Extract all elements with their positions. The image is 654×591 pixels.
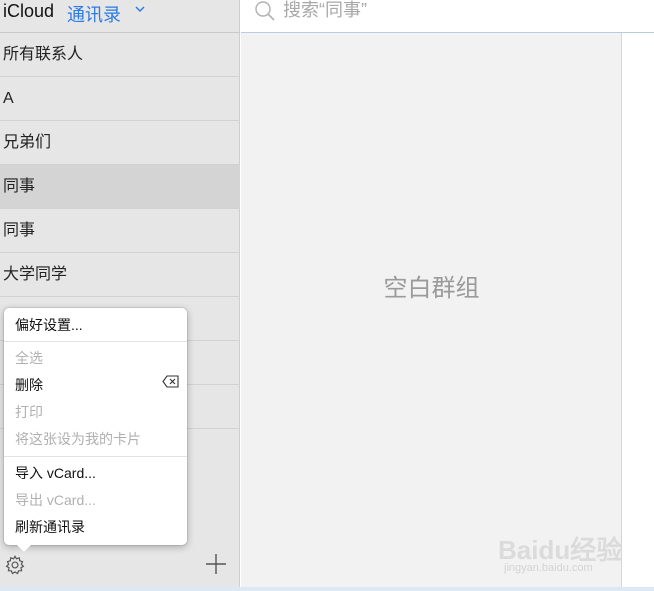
menu-pointer: [16, 544, 32, 552]
menu-item-refresh[interactable]: 刷新通讯录: [15, 517, 85, 537]
menu-separator: [4, 341, 187, 342]
detail-pane: [622, 0, 654, 591]
add-group-icon[interactable]: [204, 552, 228, 576]
group-item-brothers[interactable]: 兄弟们: [0, 121, 240, 165]
settings-menu: 偏好设置... 全选 删除 打印 将这张设为我的卡片 导入 vCard... 导…: [4, 308, 187, 552]
brand-title: iCloud: [3, 1, 55, 21]
chevron-down-icon[interactable]: [135, 4, 145, 14]
gear-icon[interactable]: [4, 554, 26, 576]
group-item-classmates[interactable]: 大学同学: [0, 253, 240, 297]
search-icon: [255, 1, 275, 21]
watermark-site: jingyan.baidu.com: [504, 562, 593, 574]
sidebar-header: iCloud 通讯录: [0, 0, 240, 33]
sidebar-footer: [0, 543, 240, 591]
search-bar: [241, 0, 622, 33]
menu-item-select-all: 全选: [15, 350, 43, 366]
address-book-menu[interactable]: 通讯录: [67, 1, 121, 27]
contact-list-pane: 空白群组: [241, 0, 622, 591]
group-item-all-contacts[interactable]: 所有联系人: [0, 33, 240, 77]
detail-pane-divider: [622, 32, 654, 33]
menu-item-import-vcard[interactable]: 导入 vCard...: [15, 463, 96, 483]
search-input[interactable]: [281, 0, 605, 23]
empty-group-label: 空白群组: [383, 275, 480, 302]
watermark: Baidu经验 jingyan.baidu.com: [498, 524, 628, 580]
menu-item-preferences[interactable]: 偏好设置...: [15, 315, 83, 335]
group-item-a[interactable]: A: [0, 77, 240, 121]
delete-key-icon: [162, 375, 179, 388]
bottom-strip: [0, 587, 654, 591]
menu-item-export-vcard: 导出 vCard...: [15, 492, 96, 508]
group-item-colleagues[interactable]: 同事: [0, 209, 240, 253]
menu-item-print: 打印: [15, 404, 43, 420]
menu-separator: [4, 456, 187, 457]
group-item-colleagues-selected[interactable]: 同事: [0, 165, 240, 209]
menu-item-make-my-card: 将这张设为我的卡片: [15, 431, 141, 447]
menu-item-delete[interactable]: 删除: [15, 375, 43, 395]
